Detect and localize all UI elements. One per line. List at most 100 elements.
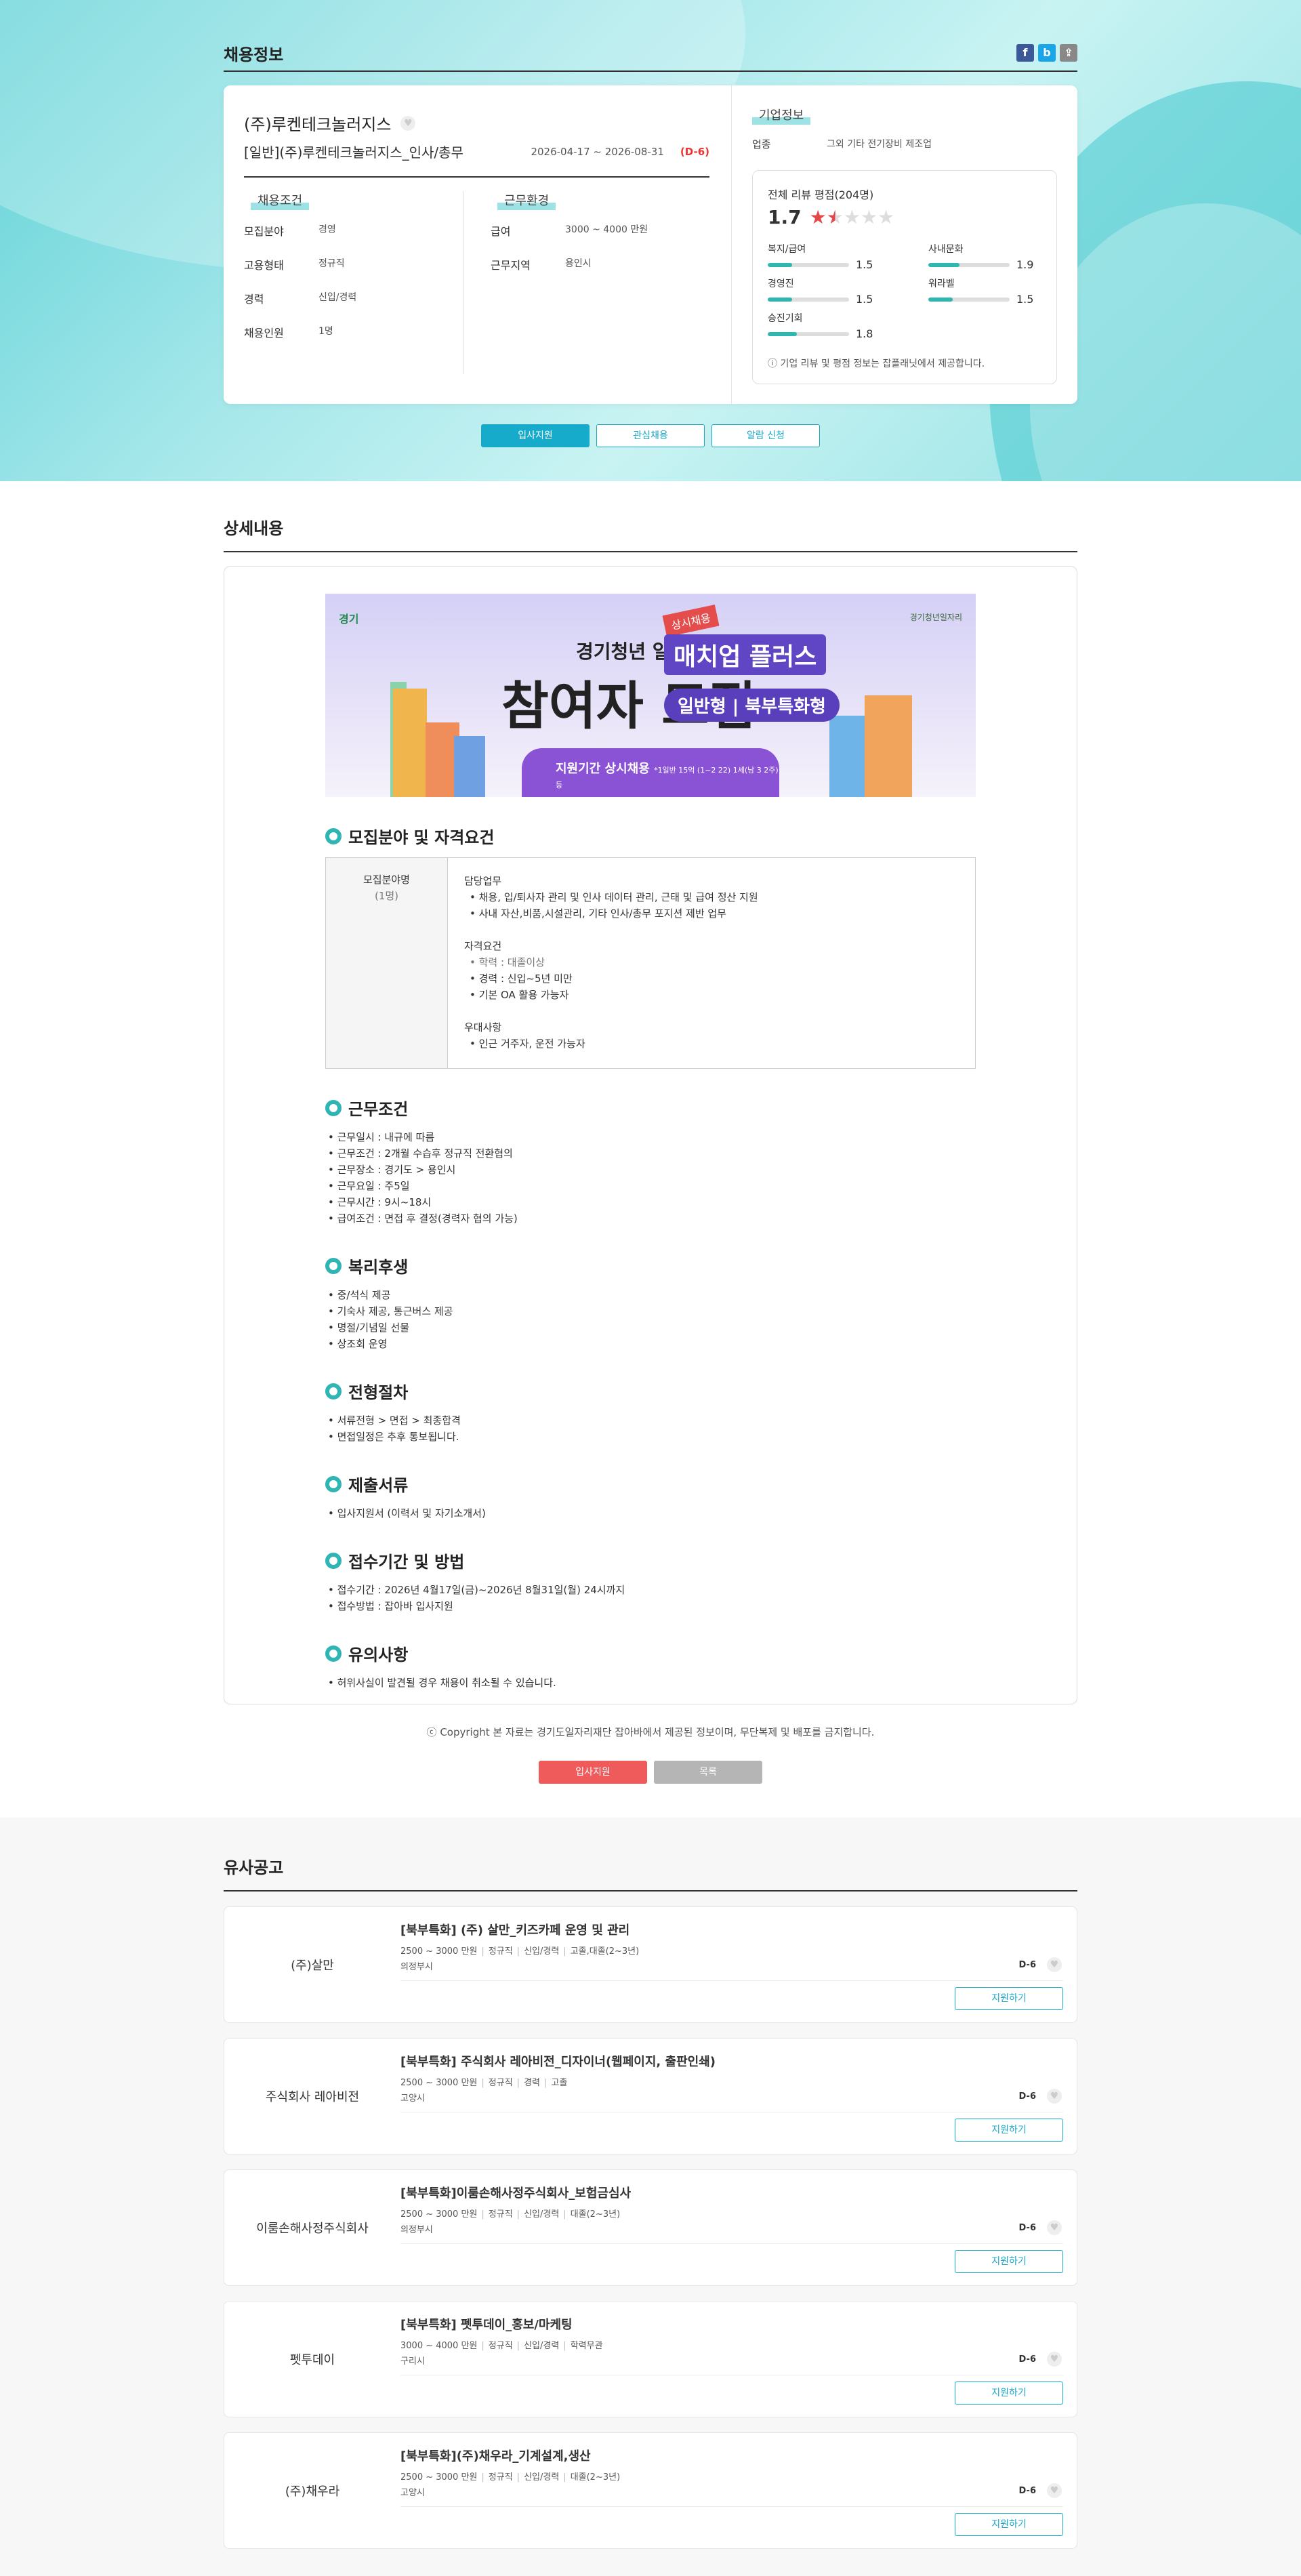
similar-title-link[interactable]: [북부특화] (주) 살만_키즈카페 운영 및 관리 [400,1921,1063,1938]
rating-bar-fill [928,297,953,302]
section-heading: 유의사항 [325,1641,976,1665]
similar-title-link[interactable]: [북부특화] 주식회사 레아비전_디자이너(웹페이지, 출판인쇄) [400,2052,1063,2070]
similar-job-card[interactable]: (주)살만 [북부특화] (주) 살만_키즈카페 운영 및 관리 2500 ~ 30… [224,1906,1077,2023]
similar-meta: 3000 ~ 4000 만원 | 정규직 | 신입/경력 | 학력무관 [400,2341,603,2351]
similar-title-link[interactable]: [북부특화] 펫투데이_홍보/마케팅 [400,2315,1063,2333]
similar-company[interactable]: 이룸손해사정주식회사 [224,2170,400,2285]
link-icon[interactable]: ⇪ [1060,44,1077,62]
detail-box: 경기 경기청년일자리 경기청년 일자리 참여자 모집 상시채용 매치업 플러스 … [224,566,1077,1704]
duty-title: 담당업무 [464,875,502,887]
section-item: • 근무일시 : 내규에 따름 [328,1131,435,1143]
similar-title-link[interactable]: [북부특화](주)채우라_기계설계,생산 [400,2447,1063,2464]
circle-bullet-icon [325,827,342,844]
banner-matchup: 매치업 플러스 [664,634,827,675]
similar-dday: D-6 [1018,2354,1036,2365]
recruit-conditions: 채용조건 모집분야 경영 고용형태 정규직 경력 신입/경력 채용인원 1명 [244,191,463,374]
heart-icon[interactable]: ♥ [1047,2483,1062,2498]
similar-company[interactable]: 펫투데이 [224,2302,400,2417]
section-heading: 근무조건 [325,1096,976,1120]
field-name: 모집분야명 [363,874,410,886]
section-item: • 허위사실이 발견될 경우 채용이 취소될 수 있습니다. [328,1677,556,1689]
section-item: • 근무조건 : 2개월 수습후 정규직 전환협의 [328,1147,513,1160]
facebook-icon[interactable]: f [1016,44,1034,62]
rating-bar-track [928,297,1010,302]
heart-icon[interactable]: ♥ [1047,2220,1062,2235]
bottom-apply-button[interactable]: 입사지원 [539,1761,647,1784]
similar-job-card[interactable]: (주)채우라 [북부특화](주)채우라_기계설계,생산 2500 ~ 3000 만원… [224,2432,1077,2549]
similar-job-card[interactable]: 펫투데이 [북부특화] 펫투데이_홍보/마케팅 3000 ~ 4000 만원 | 정규직… [224,2301,1077,2417]
alert-button[interactable]: 알람 신청 [711,424,820,447]
job-period: 2026-04-17 ~ 2026-08-31 (D-6) [531,145,709,158]
circle-bullet-icon [325,1099,342,1116]
dday-badge: (D-6) [680,145,709,158]
rating-bar-track [768,262,849,267]
similar-job-card[interactable]: 이룸손해사정주식회사 [북부특화]이룸손해사정주식회사_보험금심사 2500 ~ 3… [224,2169,1077,2286]
similar-apply-button[interactable]: 지원하기 [955,2250,1063,2273]
similar-location: 고양시 [400,2488,425,2498]
rating-bar-track [768,331,849,336]
similar-location: 구리시 [400,2356,425,2367]
circle-bullet-icon [325,1383,342,1399]
similar-apply-button[interactable]: 지원하기 [955,2513,1063,2536]
section-item: • 접수기간 : 2026년 4월17일(금)~2026년 8월31일(월) 2… [328,1584,625,1596]
similar-apply-button[interactable]: 지원하기 [955,1987,1063,2010]
review-title: 전체 리뷰 평점(204명) [768,188,874,201]
pref-title: 우대사항 [464,1021,502,1034]
review-note: ⓘ 기업 리뷰 및 평점 정보는 잡플래닛에서 제공합니다. [768,359,985,369]
rating-bar-value: 1.8 [856,327,873,340]
section-item: • 상조회 운영 [328,1338,388,1350]
similar-title: 유사공고 [224,1854,1077,1892]
similar-company[interactable]: (주)채우라 [224,2433,400,2548]
similar-location: 의정부시 [400,2225,433,2235]
condition-value: 경영 [318,224,336,235]
condition-row: 채용인원 1명 [244,324,463,340]
star-icon: ★ [877,206,895,228]
environment-key: 근무지역 [491,259,531,272]
rating-bar-fill [768,297,792,302]
section-item: • 면접일정은 추후 통보됩니다. [328,1431,459,1443]
similar-dday: D-6 [1018,2223,1036,2233]
heart-icon[interactable]: ♥ [1047,2089,1062,2104]
similar-location: 의정부시 [400,1962,433,1972]
conditions-label: 채용조건 [251,191,310,210]
similar-job-card[interactable]: 주식회사 레아비전 [북부특화] 주식회사 레아비전_디자이너(웹페이지, 출판인… [224,2038,1077,2154]
section-heading: 제출서류 [325,1472,976,1496]
qual-item: • 기본 OA 활용 가능자 [470,989,569,1001]
company-name[interactable]: (주)루켄테크놀러지스 [244,111,391,135]
apply-button[interactable]: 입사지원 [481,424,590,447]
list-button[interactable]: 목록 [654,1761,762,1784]
star-icon: ★ [860,206,878,228]
similar-company[interactable]: (주)살만 [224,1907,400,2022]
environment-key: 급여 [491,225,511,238]
youth-job-logo: 경기청년일자리 [909,613,962,622]
similar-apply-button[interactable]: 지원하기 [955,2119,1063,2142]
section-item: • 급여조건 : 면접 후 결정(경력자 협의 가능) [328,1212,518,1225]
gyeonggi-logo: 경기 [339,613,359,626]
similar-company[interactable]: 주식회사 레아비전 [224,2039,400,2154]
condition-row: 경력 신입/경력 [244,290,463,306]
blog-icon[interactable]: b [1038,44,1056,62]
heart-icon[interactable]: ♥ [1047,1957,1062,1972]
detail-title: 상세내용 [224,515,1077,552]
circle-bullet-icon [325,1475,342,1492]
rating-bar: 사내문화 1.9 [928,242,1041,271]
heart-icon[interactable]: ♥ [1047,2352,1062,2367]
qual-item: • 경력 : 신입~5년 미만 [470,973,573,985]
rating-bar-label: 사내문화 [928,244,964,255]
similar-title-link[interactable]: [북부특화]이룸손해사정주식회사_보험금심사 [400,2184,1063,2201]
similar-dday: D-6 [1018,1960,1036,1970]
recruit-heading: 모집분야 및 자격요건 [325,824,976,848]
heart-icon[interactable]: ♥ [400,115,416,131]
circle-bullet-icon [325,1645,342,1662]
section-item: • 근무장소 : 경기도 > 용인시 [328,1164,456,1176]
rating-bar-value: 1.9 [1016,258,1034,271]
recruit-banner: 경기 경기청년일자리 경기청년 일자리 참여자 모집 상시채용 매치업 플러스 … [325,594,976,797]
duty-item: • 사내 자산,비품,시설관리, 기타 인사/총무 포지션 제반 업무 [470,907,726,920]
qual-title: 자격요건 [464,940,502,952]
rating-bar-value: 1.5 [1016,293,1034,306]
condition-row: 모집분야 경영 [244,222,463,239]
similar-apply-button[interactable]: 지원하기 [955,2381,1063,2405]
similar-meta: 2500 ~ 3000 만원 | 정규직 | 신입/경력 | 고졸,대졸(2~3년) [400,1946,640,1957]
interest-button[interactable]: 관심채용 [596,424,705,447]
share-buttons: f b ⇪ [1016,44,1077,62]
